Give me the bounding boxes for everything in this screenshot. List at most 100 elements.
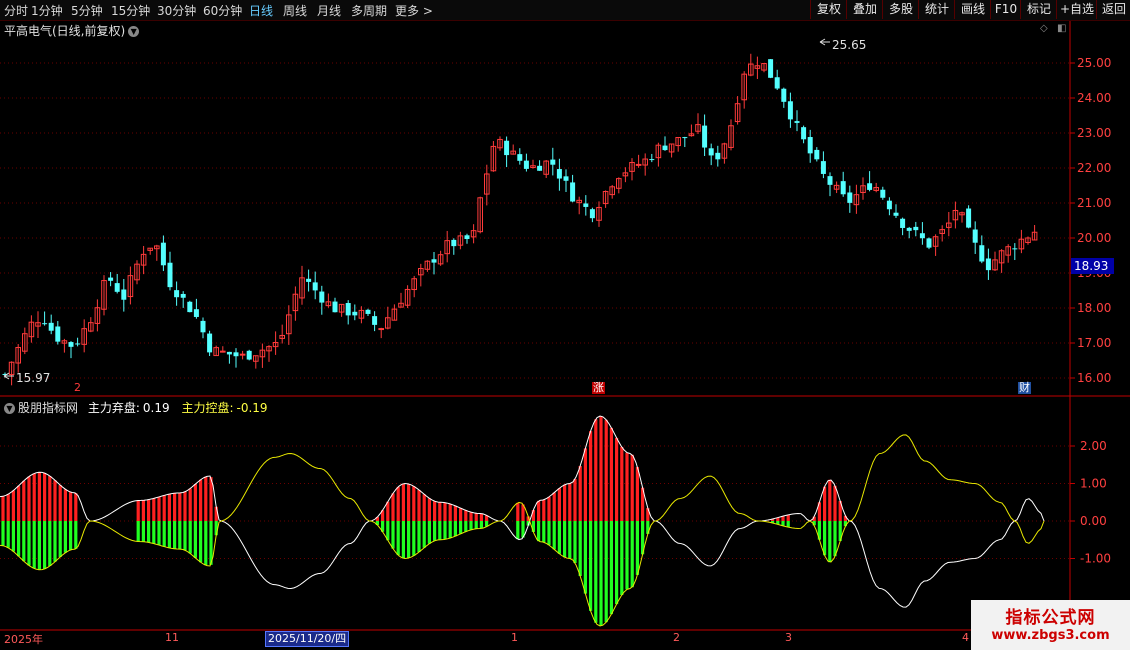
candle-body [167,262,173,288]
candle-body [649,159,655,161]
candle-body [312,282,318,291]
period-tab-2[interactable]: 5分钟 [71,2,103,19]
chart-canvas: 25.0024.0023.0022.0021.0020.0019.0018.00… [0,20,1130,631]
candle-body [635,163,642,166]
candle-body [220,350,226,353]
toolbar-button-0[interactable]: 复权 [810,0,847,19]
cursor-date-badge: 2025/11/20/四 [265,631,350,647]
main-chart-title[interactable]: 平高电气(日线,前复权) ▼ [4,22,140,39]
current-price-badge: 18.93 [1071,258,1114,274]
period-tab-7[interactable]: 周线 [283,2,307,19]
price-tick-label: 25.00 [1077,56,1111,70]
x-axis-label-1: 11 [165,631,179,644]
candle-body [966,208,972,228]
candle-body [226,351,232,355]
candle-body [48,322,54,331]
high-price-label: 25.65 [832,38,866,52]
price-tick-label: 20.00 [1077,231,1111,245]
candle-body [556,169,562,179]
candle-body [768,59,774,78]
toolbar-button-2[interactable]: 多股 [882,0,919,19]
price-tick-label: 24.00 [1077,91,1111,105]
candle-body [985,258,991,271]
candle-body [365,309,371,314]
period-tab-8[interactable]: 月线 [317,2,341,19]
candle-body [193,309,199,317]
candle-body [787,101,793,120]
x-axis-label-2: 1 [511,631,518,644]
candle-body [814,149,820,160]
window-toggle-icon[interactable]: ◧ [1057,23,1066,34]
candle-body [919,233,925,239]
event-marker-0[interactable]: 2 [74,382,81,394]
period-tab-0[interactable]: 分时 [4,2,28,19]
candle-body [550,159,556,165]
candle-body [847,192,853,203]
candle-body [42,323,48,325]
candle-body [820,161,826,174]
indicator-tick-label: 2.00 [1080,439,1107,453]
candle-body [108,277,114,281]
candle-body [972,229,978,243]
period-tab-6[interactable]: 日线 [249,2,273,19]
candle-body [715,152,721,160]
candle-body [246,350,252,360]
toolbar-button-6[interactable]: 标记 [1020,0,1057,19]
chevron-down-icon[interactable]: ▼ [128,26,140,37]
candle-body [306,278,312,282]
candle-body [372,316,378,325]
period-tab-4[interactable]: 30分钟 [157,2,196,19]
stock-title-label: 平高电气(日线,前复权) [4,24,126,38]
candle-body [807,137,813,154]
event-marker-2[interactable]: 财 [1018,382,1031,394]
toolbar-button-7[interactable]: +自选 [1056,0,1097,19]
candle-body [160,242,166,266]
candle-body [319,291,325,303]
indicator-name: 股朋指标网 [18,401,79,415]
low-price-label: 15.97 [16,371,50,385]
candle-body [523,160,529,169]
candle-body [913,226,919,231]
event-marker-1[interactable]: 涨 [592,382,605,394]
period-tab-1[interactable]: 1分钟 [31,2,63,19]
candle-body [906,227,912,231]
period-tab-9[interactable]: 多周期 [351,2,387,19]
candle-body [570,182,576,202]
candle-body [702,125,708,148]
candle-body [893,212,899,216]
indicator-title[interactable]: ▼ 股朋指标网 主力弃盘: 0.19 主力控盘: -0.19 [4,399,268,416]
candle-body [794,121,800,123]
candle-body [504,140,510,156]
toolbar: 分时 1分钟 5分钟 15分钟 30分钟 60分钟 日线 周线 月线 多周期 更多 > 复权 叠加 多股统… [0,0,1130,21]
toolbar-button-4[interactable]: 画线 [954,0,991,19]
candle-body [75,343,81,345]
candle-body [801,127,807,140]
line2-label: 主力控盘: [181,401,234,415]
chevron-down-icon[interactable]: ▼ [4,403,15,414]
period-tab-5[interactable]: 60分钟 [203,2,242,19]
period-tab-3[interactable]: 15分钟 [111,2,150,19]
candle-body [517,154,523,161]
period-tab-10[interactable]: 更多 > [395,2,433,19]
candle-body [926,238,932,248]
candle-body [682,137,688,139]
toolbar-button-5[interactable]: F10 [990,0,1021,19]
candle-body [200,320,206,333]
line1-value: 0.19 [142,401,170,415]
candle-body [563,176,569,181]
price-tick-label: 16.00 [1077,371,1111,385]
indicator-tick-label: 0.00 [1080,514,1107,528]
candle-body [464,235,470,239]
toolbar-button-8[interactable]: 返回 [1096,0,1130,19]
diamond-icon[interactable]: ◇ [1040,23,1048,34]
watermark-url: www.zbgs3.com [991,628,1110,643]
toolbar-button-3[interactable]: 统计 [918,0,955,19]
indicator-tick-label: 1.00 [1080,477,1107,491]
high-arrow-icon [819,38,830,46]
candle-body [187,301,193,313]
candle-body [121,289,127,300]
candle-body [880,189,886,198]
candle-body [345,303,351,316]
candle-body [332,301,338,313]
toolbar-button-1[interactable]: 叠加 [846,0,883,19]
